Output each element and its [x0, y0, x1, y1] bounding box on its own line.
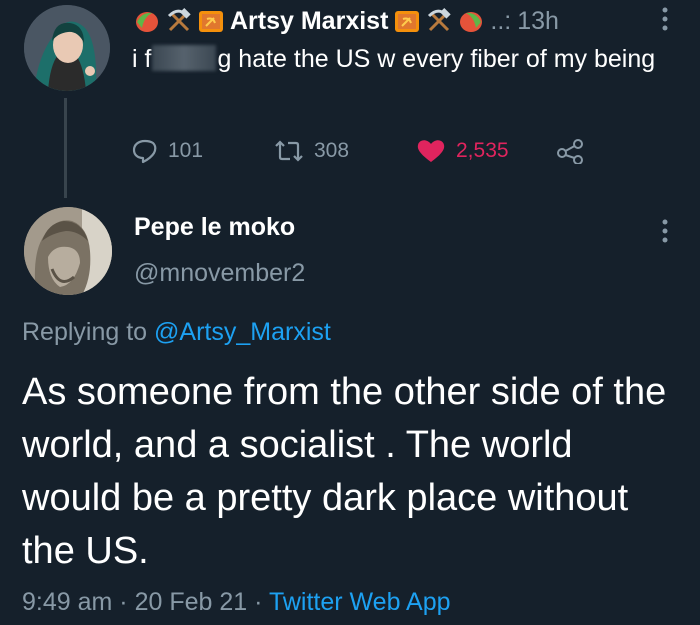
tweet1-text: i f g hate the US w every fiber of my bei… — [132, 40, 672, 78]
tweet1-handle-truncated: ..: — [490, 6, 512, 35]
tweet2-date[interactable]: 20 Feb 21 — [135, 588, 248, 616]
retweet-icon — [275, 140, 303, 162]
censor-blur — [152, 45, 217, 71]
more-icon[interactable] — [660, 6, 670, 39]
heart-icon — [417, 140, 445, 162]
hammer-pick-icon — [166, 8, 192, 34]
tweet1-timestamp[interactable]: 13h — [517, 7, 559, 36]
mango-icon — [458, 8, 484, 34]
tweet2-source-link[interactable]: Twitter Web App — [269, 588, 451, 616]
like-action[interactable]: 2,535 — [416, 136, 509, 166]
hammer-sickle-flag-icon — [198, 8, 224, 34]
meta-separator: · — [119, 588, 128, 616]
more-icon[interactable] — [660, 218, 670, 251]
tweet2-display-name[interactable]: Pepe le moko — [134, 213, 295, 242]
meta-separator: · — [254, 588, 263, 616]
avatar-artsy-marxist[interactable] — [24, 5, 110, 91]
tweet1-header: Artsy Marxist ..: 13h — [134, 4, 559, 38]
retweet-count: 308 — [314, 139, 350, 162]
tweet2-meta: 9:49 am · 20 Feb 21 · Twitter Web App — [22, 588, 451, 617]
reply-action[interactable]: 101 — [132, 136, 203, 166]
replying-to-line: Replying to @Artsy_Marxist — [22, 318, 331, 347]
replying-to-handle-link[interactable]: @Artsy_Marxist — [154, 318, 331, 346]
retweet-action[interactable]: 308 — [274, 136, 349, 166]
thread-connector-line — [64, 98, 67, 198]
tweet1-display-name[interactable]: Artsy Marxist — [230, 7, 388, 36]
reply-count: 101 — [168, 139, 204, 162]
tweet2-handle[interactable]: @mnovember2 — [134, 259, 305, 288]
share-icon[interactable] — [556, 136, 586, 166]
tweet2-time[interactable]: 9:49 am — [22, 588, 112, 616]
hammer-pick-icon — [426, 8, 452, 34]
mango-icon — [134, 8, 160, 34]
tweet1-text-prefix: i f — [132, 45, 152, 73]
avatar-pepe-le-moko[interactable] — [24, 207, 112, 295]
hammer-sickle-flag-icon — [394, 8, 420, 34]
tweet2-text: As someone from the other side of the wo… — [22, 371, 667, 572]
tweet1-text-suffix: g hate the US w every fiber of my being — [217, 45, 656, 73]
reply-icon — [132, 139, 157, 164]
replying-to-label: Replying to — [22, 318, 148, 346]
like-count: 2,535 — [456, 139, 509, 162]
